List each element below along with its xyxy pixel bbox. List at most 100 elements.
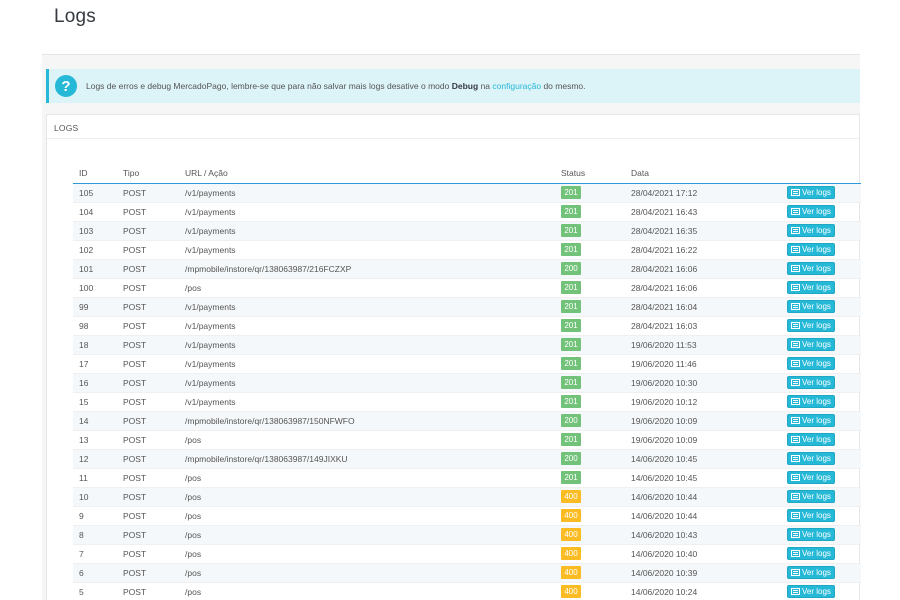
cell-actions: Ver logs — [787, 487, 861, 507]
cell-id: 5 — [73, 582, 123, 600]
configuration-link[interactable]: configuração — [492, 81, 541, 91]
cell-id: 101 — [73, 259, 123, 279]
cell-id: 10 — [73, 487, 123, 507]
ver-logs-label: Ver logs — [802, 302, 831, 311]
ver-logs-button[interactable]: Ver logs — [787, 357, 835, 370]
table-row: 105 POST/v1/payments 201 28/04/2021 17:12 Ve… — [73, 183, 861, 203]
table-row: 14 POST/mpmobile/instore/qr/138063987/150… — [73, 411, 861, 431]
cell-data: 19/06/2020 10:30 — [631, 373, 787, 393]
ver-logs-button[interactable]: Ver logs — [787, 490, 835, 503]
ver-logs-button[interactable]: Ver logs — [787, 319, 835, 332]
status-badge: 400 — [561, 509, 581, 522]
cell-tipo: POST — [123, 259, 185, 279]
cell-tipo: POST — [123, 354, 185, 374]
ver-logs-button[interactable]: Ver logs — [787, 547, 835, 560]
status-badge: 400 — [561, 528, 581, 541]
cell-tipo: POST — [123, 430, 185, 450]
cell-tipo: POST — [123, 373, 185, 393]
cell-status: 201 — [561, 316, 631, 336]
status-badge: 201 — [561, 224, 581, 237]
ver-logs-button[interactable]: Ver logs — [787, 300, 835, 313]
cell-url: /v1/payments — [185, 373, 561, 393]
logs-panel-title: LOGS — [47, 115, 859, 139]
cell-status: 200 — [561, 449, 631, 469]
table-row: 12 POST/mpmobile/instore/qr/138063987/149… — [73, 449, 861, 469]
cell-status: 201 — [561, 202, 631, 222]
ver-logs-button[interactable]: Ver logs — [787, 566, 835, 579]
status-badge: 400 — [561, 490, 581, 503]
ver-logs-button[interactable]: Ver logs — [787, 528, 835, 541]
alert-text-before: Logs de erros e debug MercadoPago, lembr… — [86, 81, 450, 91]
ver-logs-label: Ver logs — [802, 454, 831, 463]
table-header-row: ID Tipo URL / Ação Status Data — [73, 163, 861, 184]
ver-logs-button[interactable]: Ver logs — [787, 205, 835, 218]
list-icon — [791, 208, 800, 215]
ver-logs-label: Ver logs — [802, 492, 831, 501]
cell-status: 201 — [561, 430, 631, 450]
status-badge: 201 — [561, 395, 581, 408]
ver-logs-button[interactable]: Ver logs — [787, 395, 835, 408]
cell-url: /pos — [185, 487, 561, 507]
cell-tipo: POST — [123, 297, 185, 317]
cell-url: /pos — [185, 525, 561, 545]
ver-logs-label: Ver logs — [802, 511, 831, 520]
cell-data: 28/04/2021 17:12 — [631, 183, 787, 203]
ver-logs-button[interactable]: Ver logs — [787, 281, 835, 294]
list-icon — [791, 569, 800, 576]
status-badge: 201 — [561, 281, 581, 294]
ver-logs-button[interactable]: Ver logs — [787, 262, 835, 275]
cell-id: 105 — [73, 183, 123, 203]
cell-data: 19/06/2020 11:46 — [631, 354, 787, 374]
table-row: 99 POST/v1/payments 201 28/04/2021 16:04 Ver… — [73, 297, 861, 317]
ver-logs-button[interactable]: Ver logs — [787, 186, 835, 199]
list-icon — [791, 322, 800, 329]
column-header-status: Status — [561, 163, 631, 184]
cell-url: /v1/payments — [185, 221, 561, 241]
cell-data: 14/06/2020 10:44 — [631, 487, 787, 507]
ver-logs-button[interactable]: Ver logs — [787, 585, 835, 598]
ver-logs-button[interactable]: Ver logs — [787, 414, 835, 427]
cell-data: 14/06/2020 10:45 — [631, 468, 787, 488]
cell-id: 11 — [73, 468, 123, 488]
cell-url: /pos — [185, 278, 561, 298]
table-row: 13 POST/pos 201 19/06/2020 10:09 Ver logs — [73, 430, 861, 450]
cell-url: /pos — [185, 544, 561, 564]
ver-logs-label: Ver logs — [802, 283, 831, 292]
cell-actions: Ver logs — [787, 335, 861, 355]
table-row: 6 POST/pos 400 14/06/2020 10:39 Ver logs — [73, 563, 861, 583]
cell-id: 102 — [73, 240, 123, 260]
cell-id: 15 — [73, 392, 123, 412]
list-icon — [791, 588, 800, 595]
ver-logs-button[interactable]: Ver logs — [787, 452, 835, 465]
cell-id: 17 — [73, 354, 123, 374]
table-row: 18 POST/v1/payments 201 19/06/2020 11:53 Ver… — [73, 335, 861, 355]
cell-tipo: POST — [123, 316, 185, 336]
list-icon — [791, 227, 800, 234]
ver-logs-button[interactable]: Ver logs — [787, 243, 835, 256]
list-icon — [791, 474, 800, 481]
cell-tipo: POST — [123, 183, 185, 203]
ver-logs-button[interactable]: Ver logs — [787, 224, 835, 237]
ver-logs-button[interactable]: Ver logs — [787, 471, 835, 484]
cell-actions: Ver logs — [787, 183, 861, 203]
ver-logs-label: Ver logs — [802, 321, 831, 330]
cell-actions: Ver logs — [787, 392, 861, 412]
cell-url: /pos — [185, 468, 561, 488]
ver-logs-label: Ver logs — [802, 207, 831, 216]
ver-logs-button[interactable]: Ver logs — [787, 433, 835, 446]
table-row: 100 POST/pos 201 28/04/2021 16:06 Ver logs — [73, 278, 861, 298]
cell-status: 201 — [561, 240, 631, 260]
cell-url: /v1/payments — [185, 335, 561, 355]
cell-data: 28/04/2021 16:06 — [631, 259, 787, 279]
cell-actions: Ver logs — [787, 373, 861, 393]
table-row: 16 POST/v1/payments 201 19/06/2020 10:30 Ver… — [73, 373, 861, 393]
cell-data: 28/04/2021 16:06 — [631, 278, 787, 298]
cell-status: 201 — [561, 373, 631, 393]
cell-status: 400 — [561, 563, 631, 583]
table-row: 104 POST/v1/payments 201 28/04/2021 16:43 Ve… — [73, 202, 861, 222]
ver-logs-button[interactable]: Ver logs — [787, 338, 835, 351]
table-row: 98 POST/v1/payments 201 28/04/2021 16:03 Ver… — [73, 316, 861, 336]
ver-logs-button[interactable]: Ver logs — [787, 376, 835, 389]
cell-data: 14/06/2020 10:43 — [631, 525, 787, 545]
ver-logs-button[interactable]: Ver logs — [787, 509, 835, 522]
